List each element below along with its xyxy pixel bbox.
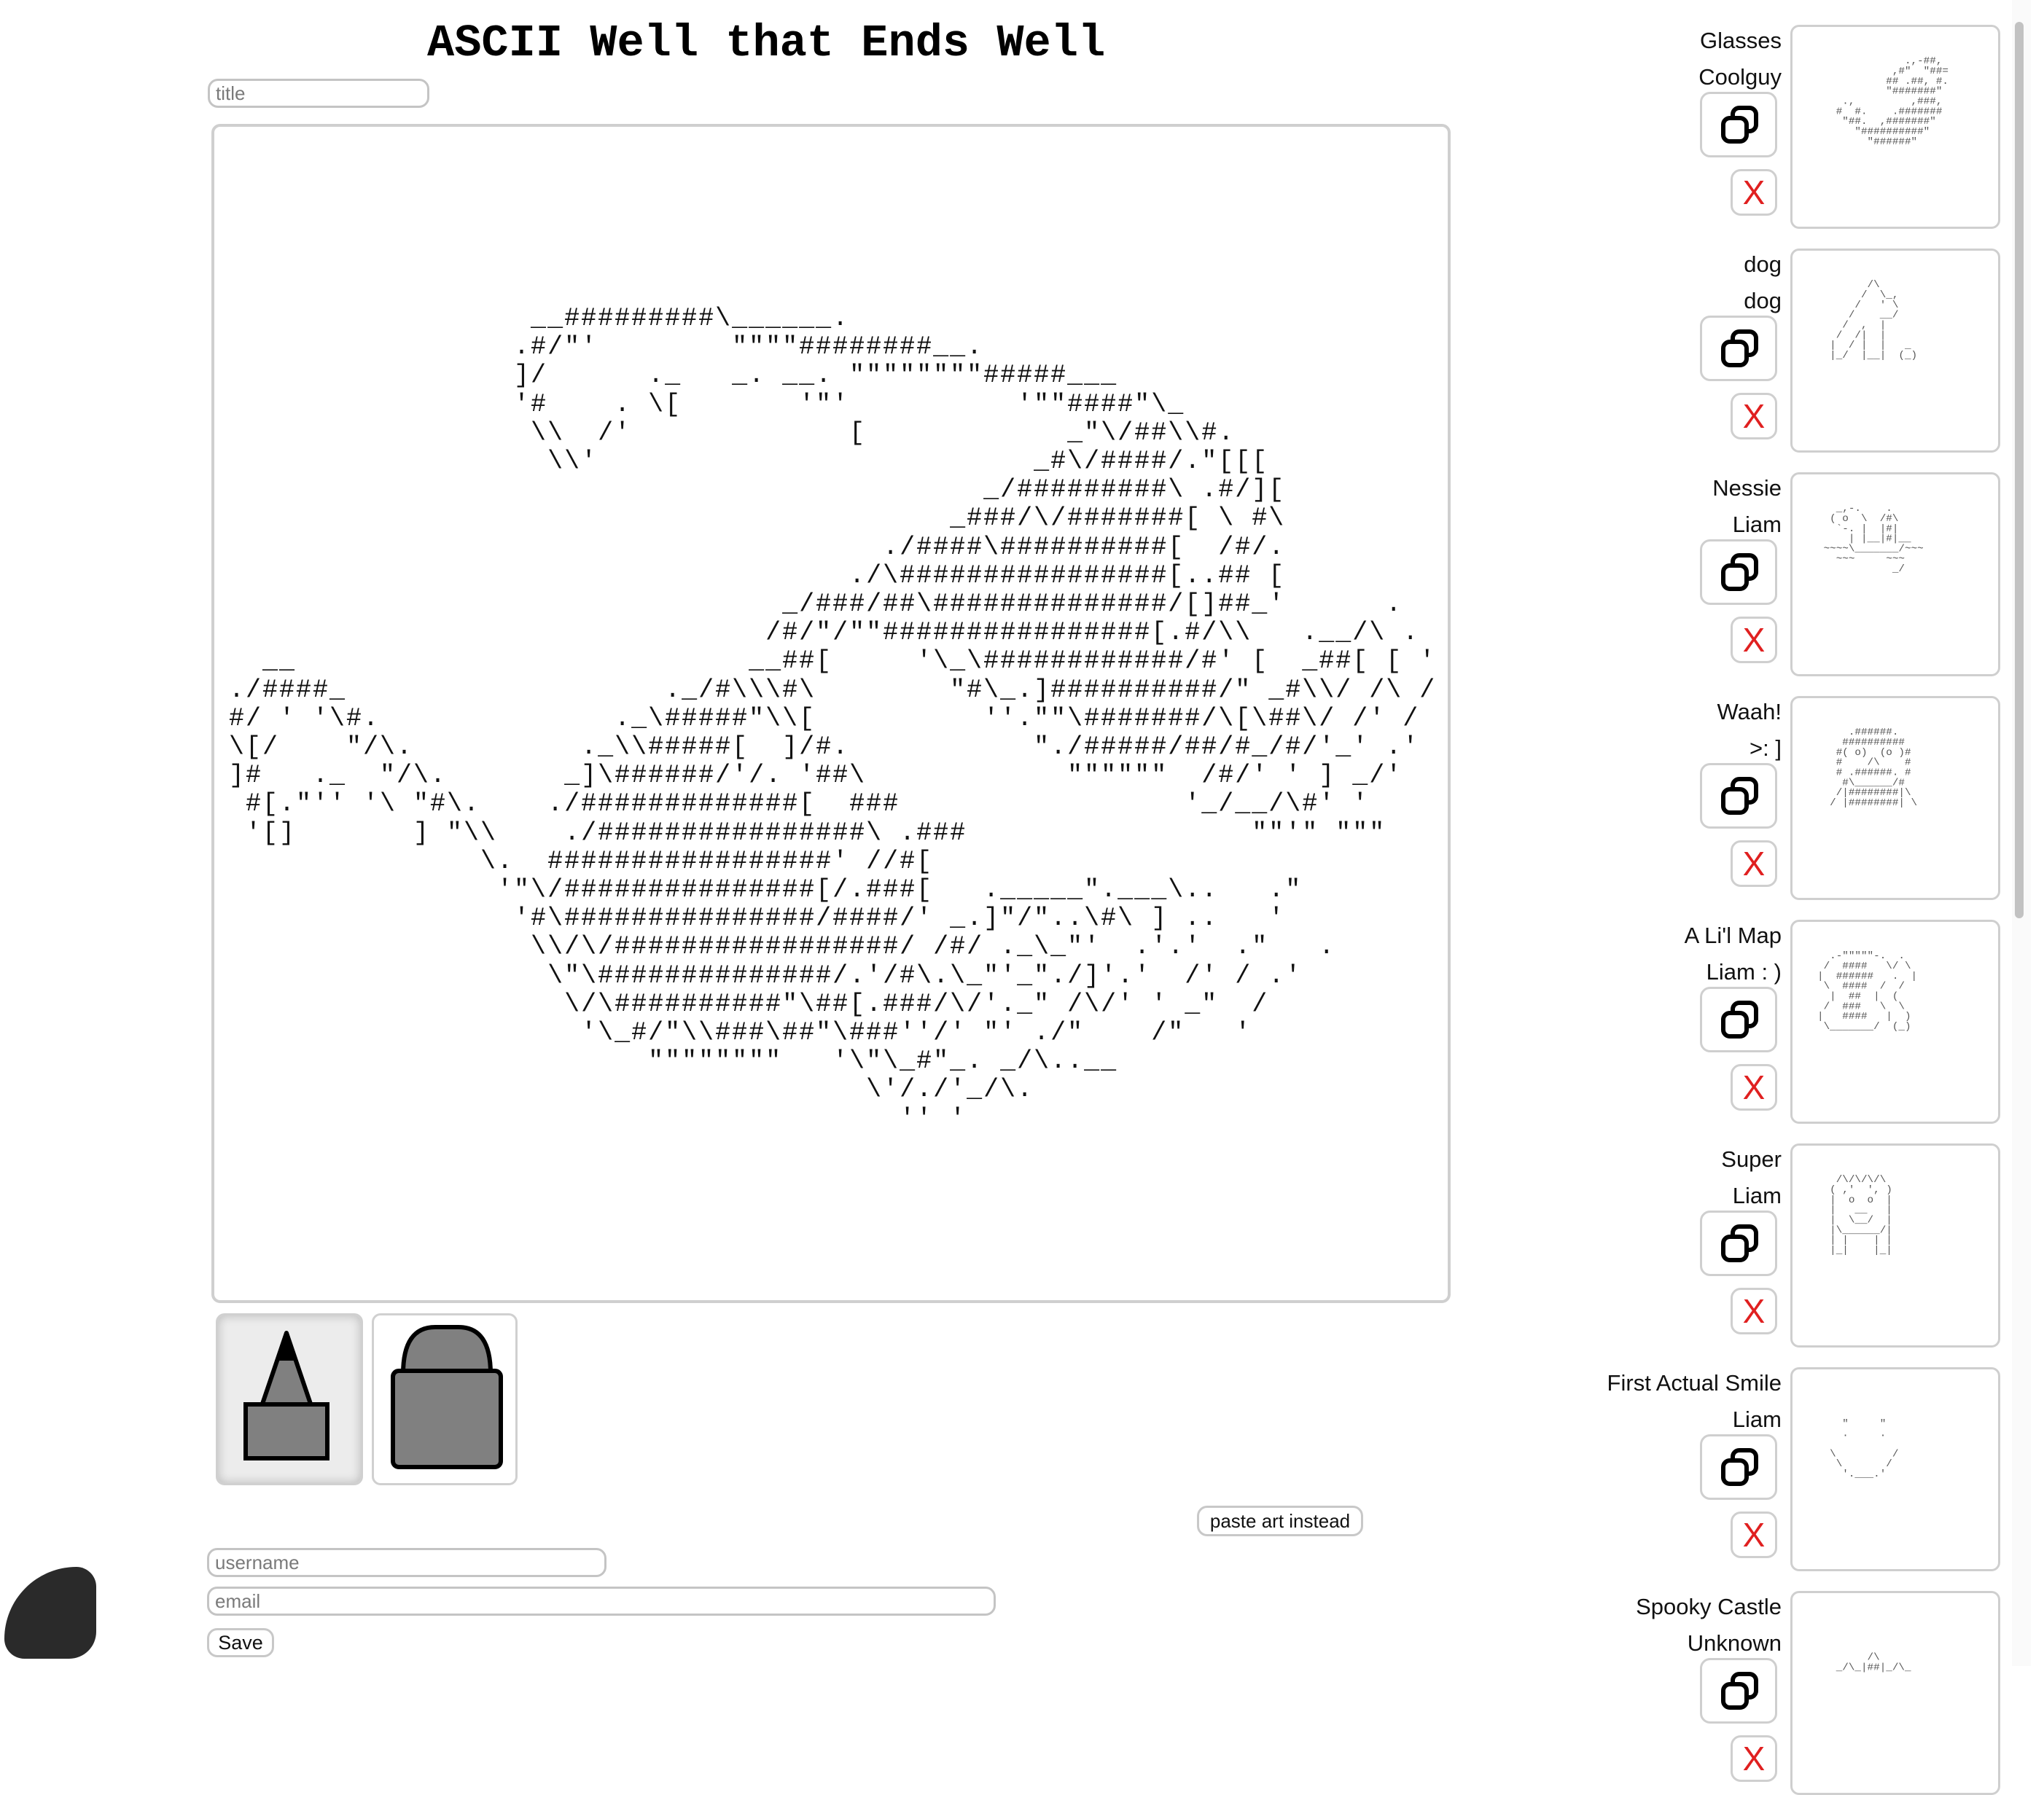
- gallery-thumbnail[interactable]: /\ _/\_|##|_/\_: [1790, 1591, 2000, 1795]
- gallery-item-title: Nessie: [1712, 475, 1782, 501]
- gallery-item-title: dog: [1744, 251, 1782, 277]
- eraser-icon: [391, 1325, 503, 1469]
- thumbnail-art: " " . . \ / \ / '.___.': [1830, 1417, 1899, 1480]
- copy-button[interactable]: [1700, 539, 1777, 605]
- gallery-item: Waah! >: ] X .######. ########## #( o) (o …: [1567, 687, 2000, 900]
- copy-button[interactable]: [1700, 1434, 1777, 1500]
- email-input[interactable]: [207, 1587, 996, 1616]
- username-input[interactable]: [207, 1548, 606, 1577]
- copy-button[interactable]: [1700, 316, 1777, 381]
- pencil-icon: [243, 1331, 329, 1460]
- gallery-item: Super Liam X /\/\/\/\ ( ,' ', ) | o o | | …: [1567, 1135, 2000, 1348]
- delete-button[interactable]: X: [1731, 1735, 1777, 1782]
- gallery-thumbnail[interactable]: .-"""""-. . / #### \/ \ | ###### . | \ #…: [1790, 920, 2000, 1124]
- title-input[interactable]: [208, 79, 429, 108]
- gallery-item-author: >: ]: [1750, 735, 1782, 761]
- gallery-thumbnail[interactable]: .######. ########## #( o) (o )# # /\ # #…: [1790, 696, 2000, 900]
- thumbnail-art: .######. ########## #( o) (o )# # /\ # #…: [1830, 726, 1918, 809]
- gallery-item: A Li'l Map Liam : ) X .-"""""-. . / #### \…: [1567, 911, 2000, 1124]
- eraser-tool-button[interactable]: [372, 1313, 518, 1485]
- scrollbar-thumb[interactable]: [2015, 22, 2024, 918]
- gallery-item-author: Coolguy: [1698, 64, 1782, 90]
- gallery-item: First Actual Smile Liam X " " . . \ / \ / …: [1567, 1358, 2000, 1571]
- delete-button[interactable]: X: [1731, 1288, 1777, 1334]
- delete-button[interactable]: X: [1731, 1064, 1777, 1111]
- thumbnail-art: /\ _/\_|##|_/\_: [1836, 1651, 1911, 1674]
- thumbnail-art: .,-##, ,#" "##= ## .##, #. "#######" ., …: [1836, 55, 1949, 148]
- thumbnail-art: .-"""""-. . / #### \/ \ | ###### . | \ #…: [1817, 950, 1918, 1033]
- gallery-item-title: Glasses: [1700, 28, 1782, 53]
- copy-button[interactable]: [1700, 1658, 1777, 1724]
- thumbnail-art: /\/\/\/\ ( ,' ', ) | o o | | __ | | \__/…: [1830, 1173, 1892, 1256]
- delete-button[interactable]: X: [1731, 169, 1777, 216]
- gallery-item-author: Liam: [1732, 1407, 1782, 1432]
- gallery-item-title: First Actual Smile: [1607, 1370, 1782, 1396]
- gallery-item-author: dog: [1744, 288, 1782, 313]
- copy-button[interactable]: [1700, 987, 1777, 1052]
- thumbnail-art: /\ / \_, / ' \ / __/ / , | / /| | | / | …: [1830, 278, 1918, 361]
- page-title: ASCII Well that Ends Well: [427, 17, 1106, 69]
- corner-menu-button[interactable]: [4, 1567, 96, 1659]
- gallery-item-title: Spooky Castle: [1636, 1594, 1782, 1619]
- ascii-art: __#########\______. .#/"' """"########__…: [229, 304, 1437, 1133]
- paste-art-button[interactable]: paste art instead: [1197, 1506, 1363, 1536]
- gallery-item: Glasses Coolguy X .,-##, ,#" "##= ## .##, …: [1567, 16, 2000, 229]
- gallery-thumbnail[interactable]: _,-. . ( o \ /#\ `-. | |#| | |__|#|__ ~~…: [1790, 472, 2000, 676]
- gallery-item-author: Liam: [1732, 512, 1782, 537]
- gallery-thumbnail[interactable]: " " . . \ / \ / '.___.': [1790, 1367, 2000, 1571]
- gallery-thumbnail[interactable]: /\ / \_, / ' \ / __/ / , | / /| | | / | …: [1790, 249, 2000, 453]
- gallery-item-author: Liam: [1732, 1183, 1782, 1208]
- delete-button[interactable]: X: [1731, 617, 1777, 663]
- gallery-item: Spooky Castle Unknown X /\ _/\_|##|_/\_: [1567, 1582, 2000, 1795]
- gallery-thumbnail[interactable]: .,-##, ,#" "##= ## .##, #. "#######" ., …: [1790, 25, 2000, 229]
- copy-button[interactable]: [1700, 1211, 1777, 1276]
- gallery-item-author: Unknown: [1687, 1630, 1782, 1656]
- copy-button[interactable]: [1700, 92, 1777, 157]
- gallery-item-title: A Li'l Map: [1684, 923, 1782, 948]
- delete-button[interactable]: X: [1731, 1512, 1777, 1558]
- drawing-canvas[interactable]: __#########\______. .#/"' """"########__…: [211, 124, 1451, 1303]
- pencil-tool-button[interactable]: [216, 1313, 363, 1485]
- gallery-item-author: Liam : ): [1706, 959, 1782, 985]
- gallery-item: dog dog X /\ / \_, / ' \ / __/ / , | / /| …: [1567, 240, 2000, 453]
- gallery-thumbnail[interactable]: /\/\/\/\ ( ,' ', ) | o o | | __ | | \__/…: [1790, 1143, 2000, 1348]
- gallery-item-title: Waah!: [1717, 699, 1782, 724]
- copy-button[interactable]: [1700, 763, 1777, 829]
- thumbnail-art: _,-. . ( o \ /#\ `-. | |#| | |__|#|__ ~~…: [1823, 502, 1924, 575]
- gallery-item: Nessie Liam X _,-. . ( o \ /#\ `-. | |#| |…: [1567, 464, 2000, 676]
- save-button[interactable]: Save: [207, 1628, 274, 1657]
- delete-button[interactable]: X: [1731, 840, 1777, 887]
- gallery-item-title: Super: [1721, 1146, 1782, 1172]
- delete-button[interactable]: X: [1731, 393, 1777, 439]
